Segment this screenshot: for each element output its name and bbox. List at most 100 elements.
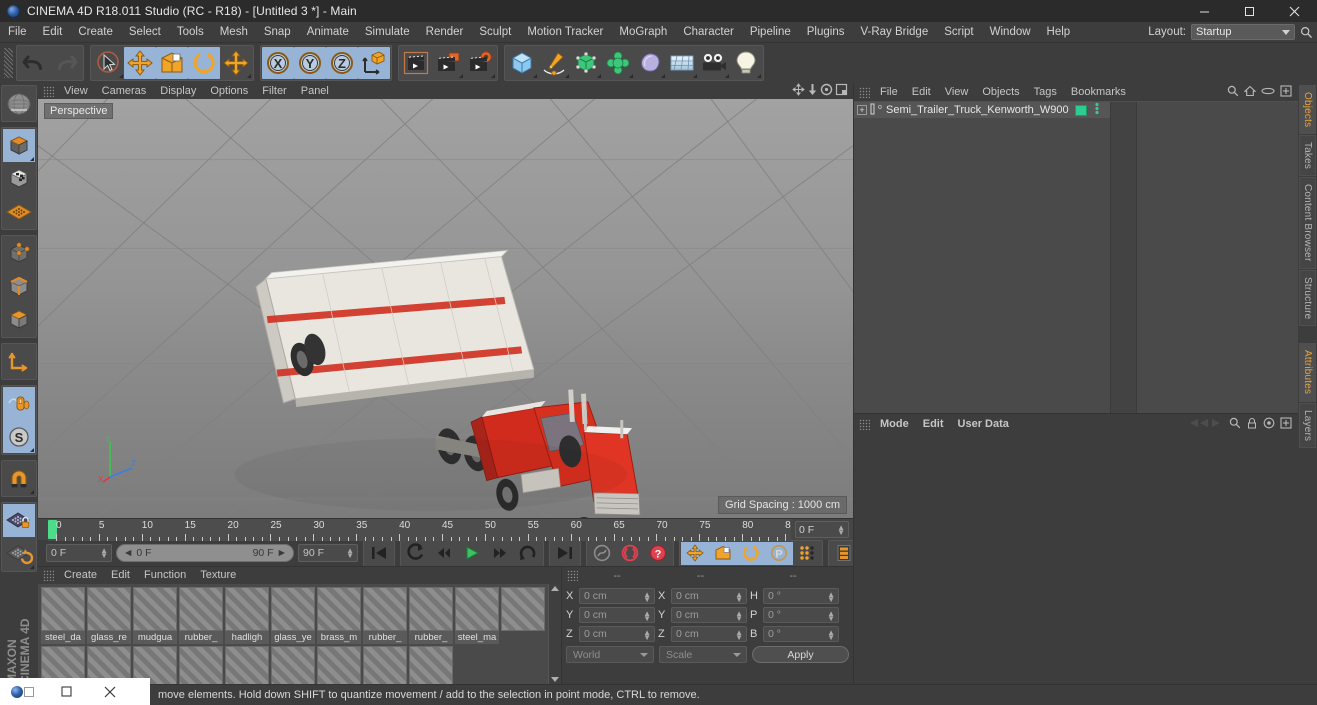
coordinate-mode-select[interactable]: Scale bbox=[659, 646, 747, 663]
menu-simulate[interactable]: Simulate bbox=[357, 22, 418, 43]
expand-plus-icon[interactable]: + bbox=[857, 105, 867, 115]
object-manager-body[interactable]: + o Semi_Trailer_Truck_Kenworth_W900 bbox=[854, 101, 1298, 413]
move-world-tool[interactable] bbox=[220, 47, 252, 79]
add-deformer-button[interactable] bbox=[602, 47, 634, 79]
menu-file[interactable]: File bbox=[0, 22, 35, 43]
material-swatch-area[interactable]: steel_da glass_re mudgua rubber_ hadligh glas… bbox=[38, 584, 561, 684]
spinner-icon[interactable]: ▲ ▼ bbox=[643, 609, 651, 622]
zoom-icon[interactable] bbox=[807, 83, 818, 99]
maximize-icon[interactable] bbox=[1227, 0, 1272, 22]
material-item[interactable] bbox=[363, 646, 407, 684]
object-menu-file[interactable]: File bbox=[873, 83, 905, 101]
spinner-icon[interactable]: ▲ ▼ bbox=[827, 609, 835, 622]
material-item[interactable]: glass_re bbox=[87, 587, 131, 644]
world-object-coordinates-button[interactable] bbox=[358, 47, 390, 79]
material-preview[interactable] bbox=[455, 587, 499, 631]
live-selection-tool[interactable] bbox=[92, 47, 124, 79]
material-item[interactable]: rubber_ bbox=[363, 587, 407, 644]
material-preview[interactable] bbox=[363, 646, 407, 684]
menu-window[interactable]: Window bbox=[982, 22, 1039, 43]
move-tool[interactable] bbox=[124, 47, 156, 79]
material-item[interactable]: rubber_ bbox=[409, 587, 453, 644]
material-preview[interactable] bbox=[179, 587, 223, 631]
tab-objects[interactable]: Objects bbox=[1299, 85, 1316, 135]
close-icon[interactable] bbox=[1272, 0, 1317, 22]
play-button[interactable] bbox=[458, 542, 486, 565]
search-icon[interactable] bbox=[1295, 26, 1317, 39]
attribute-manager-drag-handle-icon[interactable] bbox=[859, 418, 870, 430]
play-loop-button[interactable] bbox=[514, 542, 542, 565]
search-icon[interactable] bbox=[1227, 85, 1239, 100]
key-rotation-toggle[interactable] bbox=[737, 541, 765, 565]
material-menu-edit[interactable]: Edit bbox=[104, 567, 137, 584]
coordinates-position-field[interactable]: 0 cm ▲ ▼ bbox=[579, 606, 655, 623]
render-view-button[interactable] bbox=[400, 47, 432, 79]
object-menu-tags[interactable]: Tags bbox=[1027, 83, 1064, 101]
search-icon[interactable] bbox=[1229, 417, 1241, 432]
material-preview[interactable] bbox=[41, 587, 85, 631]
menu-motion-tracker[interactable]: Motion Tracker bbox=[519, 22, 611, 43]
viewport-menu-filter[interactable]: Filter bbox=[255, 83, 293, 99]
key-point-level-animation-toggle[interactable] bbox=[793, 542, 821, 565]
material-item[interactable] bbox=[179, 646, 223, 684]
material-preview[interactable] bbox=[133, 587, 177, 631]
new-layer-icon[interactable] bbox=[1280, 84, 1292, 100]
menu-pipeline[interactable]: Pipeline bbox=[742, 22, 799, 43]
scroll-down-icon[interactable] bbox=[551, 677, 559, 682]
attribute-menu-edit[interactable]: Edit bbox=[916, 414, 951, 434]
record-active-objects-button[interactable] bbox=[616, 542, 644, 565]
spinner-icon[interactable]: ▲ ▼ bbox=[827, 590, 835, 603]
spinner-icon[interactable]: ▲ ▼ bbox=[735, 609, 743, 622]
coordinates-size-field[interactable]: 0 cm ▲ ▼ bbox=[671, 606, 747, 623]
menu-v-ray-bridge[interactable]: V-Ray Bridge bbox=[852, 22, 936, 43]
material-preview[interactable] bbox=[87, 587, 131, 631]
coordinates-rotation-field[interactable]: 0 ° ▲ ▼ bbox=[763, 587, 839, 604]
object-tree[interactable]: + o Semi_Trailer_Truck_Kenworth_W900 bbox=[854, 102, 1110, 413]
spinner-icon[interactable]: ▲ ▼ bbox=[735, 628, 743, 641]
menu-mograph[interactable]: MoGraph bbox=[611, 22, 675, 43]
lock-z-axis-button[interactable]: Z bbox=[326, 47, 358, 79]
material-manager-drag-handle-icon[interactable] bbox=[43, 570, 54, 581]
add-scene-object-button[interactable] bbox=[666, 47, 698, 79]
viewport-solo-button[interactable] bbox=[3, 387, 35, 420]
coordinates-size-field[interactable]: 0 cm ▲ ▼ bbox=[671, 587, 747, 604]
material-preview[interactable] bbox=[271, 646, 315, 684]
link-icon[interactable] bbox=[1261, 85, 1275, 100]
apply-button[interactable]: Apply bbox=[752, 646, 849, 663]
object-manager-tag-column[interactable] bbox=[1109, 102, 1137, 413]
coordinates-position-field[interactable]: 0 cm ▲ ▼ bbox=[579, 625, 655, 642]
menu-create[interactable]: Create bbox=[70, 22, 121, 43]
spinner-icon[interactable]: ▲ ▼ bbox=[100, 547, 108, 560]
visibility-dots-icon[interactable] bbox=[1093, 102, 1101, 118]
add-cube-button[interactable] bbox=[506, 47, 538, 79]
add-spline-button[interactable] bbox=[538, 47, 570, 79]
coordinates-position-field[interactable]: 0 cm ▲ ▼ bbox=[579, 587, 655, 604]
rotate-view-icon[interactable] bbox=[820, 83, 833, 99]
magnet-tool-button[interactable] bbox=[3, 462, 35, 495]
minimize-icon[interactable] bbox=[1182, 0, 1227, 22]
menu-help[interactable]: Help bbox=[1039, 22, 1079, 43]
edges-mode-button[interactable] bbox=[3, 270, 35, 303]
pan-icon[interactable] bbox=[792, 83, 805, 99]
enable-snap-button[interactable]: S bbox=[3, 420, 35, 453]
redo-button[interactable] bbox=[50, 47, 82, 79]
tab-takes[interactable]: Takes bbox=[1299, 135, 1316, 177]
render-settings-button[interactable] bbox=[464, 47, 496, 79]
material-item[interactable]: brass_m bbox=[317, 587, 361, 644]
menu-animate[interactable]: Animate bbox=[299, 22, 357, 43]
object-menu-edit[interactable]: Edit bbox=[905, 83, 938, 101]
cinema4d-taskbar-icon[interactable] bbox=[0, 678, 44, 705]
attribute-menu-user-data[interactable]: User Data bbox=[951, 414, 1016, 434]
material-item[interactable] bbox=[501, 587, 545, 644]
history-back-icon[interactable] bbox=[1186, 417, 1224, 432]
key-position-toggle[interactable] bbox=[681, 541, 709, 565]
render-to-picture-viewer-button[interactable] bbox=[432, 47, 464, 79]
make-editable-button[interactable] bbox=[3, 87, 35, 120]
material-item[interactable] bbox=[409, 646, 453, 684]
material-menu-function[interactable]: Function bbox=[137, 567, 193, 584]
open-timeline-button[interactable] bbox=[830, 542, 858, 565]
taskbar-close-icon[interactable] bbox=[88, 678, 132, 705]
add-generator-button[interactable] bbox=[570, 47, 602, 79]
object-manager-drag-handle-icon[interactable] bbox=[859, 86, 870, 98]
planar-workplane-button[interactable] bbox=[3, 537, 35, 570]
